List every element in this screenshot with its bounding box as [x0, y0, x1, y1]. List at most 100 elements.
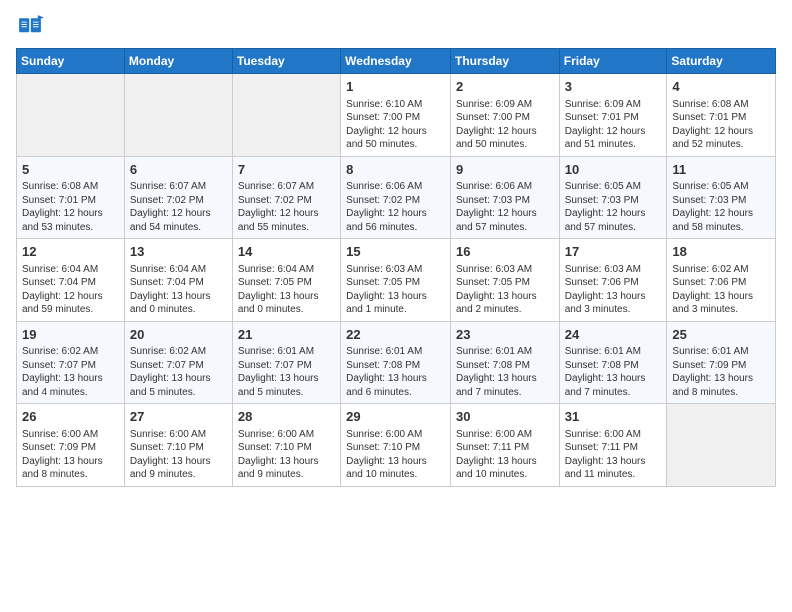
calendar-cell: 27Sunrise: 6:00 AM Sunset: 7:10 PM Dayli… — [124, 404, 232, 487]
calendar-cell: 12 Sunrise: 6:04 AM Sunset: 7:04 PM Dayli… — [17, 239, 125, 322]
calendar-cell: 14 Sunrise: 6:04 AM Sunset: 7:05 PM Dayli… — [232, 239, 340, 322]
cell-day-number: 12 — [22, 243, 119, 261]
cell-day-number: 26 — [22, 408, 119, 426]
cell-day-number: 28 — [238, 408, 335, 426]
calendar-cell: 6Sunrise: 6:07 AM Sunset: 7:02 PM Daylig… — [124, 156, 232, 239]
cell-info-text: Sunrise: 6:01 AM Sunset: 7:09 PM Dayligh… — [672, 345, 770, 399]
calendar-cell: 24Sunrise: 6:01 AM Sunset: 7:08 PM Dayli… — [559, 321, 667, 404]
cell-info-text: Sunrise: 6:00 AM Sunset: 7:11 PM Dayligh… — [565, 428, 662, 482]
page: Sunday Monday Tuesday Wednesday Thursday… — [0, 0, 792, 612]
calendar-cell: 29Sunrise: 6:00 AM Sunset: 7:10 PM Dayli… — [341, 404, 451, 487]
cell-day-number: 13 — [130, 243, 227, 261]
cell-day-number: 2 — [456, 78, 554, 96]
header — [16, 12, 776, 40]
calendar-cell — [124, 74, 232, 157]
cell-info-text: Sunrise: 6:00 AM Sunset: 7:10 PM Dayligh… — [346, 428, 445, 482]
calendar-cell — [17, 74, 125, 157]
cell-info-text: Sunrise: 6:05 AM Sunset: 7:03 PM Dayligh… — [565, 180, 662, 234]
col-thursday: Thursday — [450, 49, 559, 74]
cell-day-number: 5 — [22, 161, 119, 179]
calendar-cell: 25Sunrise: 6:01 AM Sunset: 7:09 PM Dayli… — [667, 321, 776, 404]
cell-info-text: Sunrise: 6:05 AM Sunset: 7:03 PM Dayligh… — [672, 180, 770, 234]
calendar-cell — [232, 74, 340, 157]
cell-day-number: 7 — [238, 161, 335, 179]
calendar-week-row: 5Sunrise: 6:08 AM Sunset: 7:01 PM Daylig… — [17, 156, 776, 239]
col-wednesday: Wednesday — [341, 49, 451, 74]
calendar-cell: 19Sunrise: 6:02 AM Sunset: 7:07 PM Dayli… — [17, 321, 125, 404]
col-sunday: Sunday — [17, 49, 125, 74]
calendar-cell: 26 Sunrise: 6:00 AM Sunset: 7:09 PM Dayli… — [17, 404, 125, 487]
cell-day-number: 4 — [672, 78, 770, 96]
calendar-cell: 1Sunrise: 6:10 AM Sunset: 7:00 PM Daylig… — [341, 74, 451, 157]
calendar-cell: 5Sunrise: 6:08 AM Sunset: 7:01 PM Daylig… — [17, 156, 125, 239]
calendar-cell: 28 Sunrise: 6:00 AM Sunset: 7:10 PM Dayli… — [232, 404, 340, 487]
cell-info-text: Sunrise: 6:03 AM Sunset: 7:05 PM Dayligh… — [456, 263, 554, 317]
calendar-cell: 4Sunrise: 6:08 AM Sunset: 7:01 PM Daylig… — [667, 74, 776, 157]
cell-info-text: Sunrise: 6:09 AM Sunset: 7:00 PM Dayligh… — [456, 98, 554, 152]
calendar-cell: 7Sunrise: 6:07 AM Sunset: 7:02 PM Daylig… — [232, 156, 340, 239]
cell-info-text: Sunrise: 6:02 AM Sunset: 7:07 PM Dayligh… — [22, 345, 119, 399]
calendar-cell: 3 Sunrise: 6:09 AM Sunset: 7:01 PM Daylig… — [559, 74, 667, 157]
calendar-week-row: 19Sunrise: 6:02 AM Sunset: 7:07 PM Dayli… — [17, 321, 776, 404]
col-tuesday: Tuesday — [232, 49, 340, 74]
cell-info-text: Sunrise: 6:03 AM Sunset: 7:06 PM Dayligh… — [565, 263, 662, 317]
col-saturday: Saturday — [667, 49, 776, 74]
cell-day-number: 17 — [565, 243, 662, 261]
cell-day-number: 3 — [565, 78, 662, 96]
logo — [16, 12, 48, 40]
cell-day-number: 30 — [456, 408, 554, 426]
calendar-cell: 15Sunrise: 6:03 AM Sunset: 7:05 PM Dayli… — [341, 239, 451, 322]
calendar-week-row: 26 Sunrise: 6:00 AM Sunset: 7:09 PM Dayli… — [17, 404, 776, 487]
cell-info-text: Sunrise: 6:01 AM Sunset: 7:07 PM Dayligh… — [238, 345, 335, 399]
cell-day-number: 1 — [346, 78, 445, 96]
calendar-cell: 10Sunrise: 6:05 AM Sunset: 7:03 PM Dayli… — [559, 156, 667, 239]
cell-info-text: Sunrise: 6:00 AM Sunset: 7:10 PM Dayligh… — [238, 428, 335, 482]
calendar-cell: 22Sunrise: 6:01 AM Sunset: 7:08 PM Dayli… — [341, 321, 451, 404]
cell-info-text: Sunrise: 6:01 AM Sunset: 7:08 PM Dayligh… — [456, 345, 554, 399]
cell-day-number: 19 — [22, 326, 119, 344]
cell-info-text: Sunrise: 6:04 AM Sunset: 7:04 PM Dayligh… — [22, 263, 119, 317]
cell-info-text: Sunrise: 6:06 AM Sunset: 7:03 PM Dayligh… — [456, 180, 554, 234]
cell-info-text: Sunrise: 6:00 AM Sunset: 7:11 PM Dayligh… — [456, 428, 554, 482]
cell-day-number: 21 — [238, 326, 335, 344]
cell-info-text: Sunrise: 6:04 AM Sunset: 7:04 PM Dayligh… — [130, 263, 227, 317]
calendar-cell: 17 Sunrise: 6:03 AM Sunset: 7:06 PM Dayli… — [559, 239, 667, 322]
cell-info-text: Sunrise: 6:00 AM Sunset: 7:09 PM Dayligh… — [22, 428, 119, 482]
cell-day-number: 22 — [346, 326, 445, 344]
cell-info-text: Sunrise: 6:02 AM Sunset: 7:06 PM Dayligh… — [672, 263, 770, 317]
calendar-cell: 8Sunrise: 6:06 AM Sunset: 7:02 PM Daylig… — [341, 156, 451, 239]
calendar-cell: 13 Sunrise: 6:04 AM Sunset: 7:04 PM Dayli… — [124, 239, 232, 322]
calendar-cell: 31 Sunrise: 6:00 AM Sunset: 7:11 PM Dayli… — [559, 404, 667, 487]
cell-day-number: 23 — [456, 326, 554, 344]
calendar-cell — [667, 404, 776, 487]
calendar-header-row: Sunday Monday Tuesday Wednesday Thursday… — [17, 49, 776, 74]
cell-info-text: Sunrise: 6:02 AM Sunset: 7:07 PM Dayligh… — [130, 345, 227, 399]
cell-info-text: Sunrise: 6:04 AM Sunset: 7:05 PM Dayligh… — [238, 263, 335, 317]
cell-day-number: 9 — [456, 161, 554, 179]
calendar-cell: 9Sunrise: 6:06 AM Sunset: 7:03 PM Daylig… — [450, 156, 559, 239]
cell-day-number: 25 — [672, 326, 770, 344]
calendar-cell: 23Sunrise: 6:01 AM Sunset: 7:08 PM Dayli… — [450, 321, 559, 404]
cell-info-text: Sunrise: 6:01 AM Sunset: 7:08 PM Dayligh… — [346, 345, 445, 399]
cell-day-number: 8 — [346, 161, 445, 179]
cell-info-text: Sunrise: 6:07 AM Sunset: 7:02 PM Dayligh… — [130, 180, 227, 234]
calendar: Sunday Monday Tuesday Wednesday Thursday… — [16, 48, 776, 487]
col-monday: Monday — [124, 49, 232, 74]
cell-info-text: Sunrise: 6:07 AM Sunset: 7:02 PM Dayligh… — [238, 180, 335, 234]
logo-icon — [16, 12, 44, 40]
cell-day-number: 15 — [346, 243, 445, 261]
cell-day-number: 10 — [565, 161, 662, 179]
cell-info-text: Sunrise: 6:06 AM Sunset: 7:02 PM Dayligh… — [346, 180, 445, 234]
cell-day-number: 14 — [238, 243, 335, 261]
cell-day-number: 6 — [130, 161, 227, 179]
cell-day-number: 18 — [672, 243, 770, 261]
cell-day-number: 31 — [565, 408, 662, 426]
calendar-cell: 30 Sunrise: 6:00 AM Sunset: 7:11 PM Dayli… — [450, 404, 559, 487]
calendar-cell: 16 Sunrise: 6:03 AM Sunset: 7:05 PM Dayli… — [450, 239, 559, 322]
calendar-cell: 21Sunrise: 6:01 AM Sunset: 7:07 PM Dayli… — [232, 321, 340, 404]
calendar-cell: 20Sunrise: 6:02 AM Sunset: 7:07 PM Dayli… — [124, 321, 232, 404]
cell-day-number: 16 — [456, 243, 554, 261]
cell-day-number: 11 — [672, 161, 770, 179]
cell-info-text: Sunrise: 6:09 AM Sunset: 7:01 PM Dayligh… — [565, 98, 662, 152]
cell-info-text: Sunrise: 6:00 AM Sunset: 7:10 PM Dayligh… — [130, 428, 227, 482]
